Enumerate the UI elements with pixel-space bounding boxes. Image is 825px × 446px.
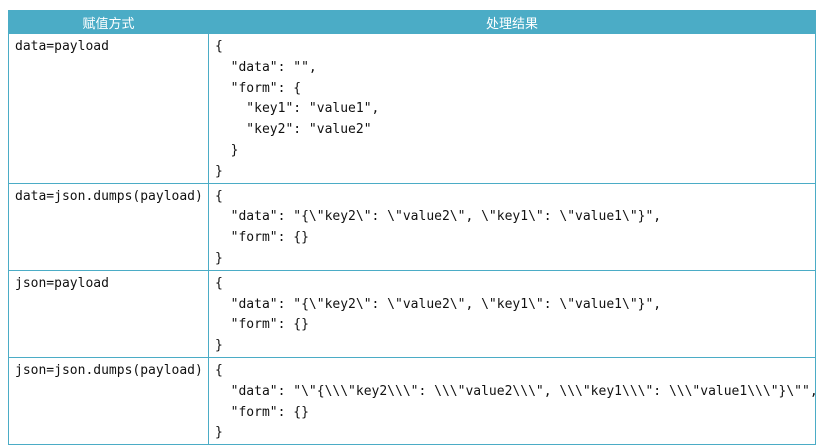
method-cell: json=payload: [8, 269, 209, 358]
method-cell: data=payload: [8, 33, 209, 184]
header-row: 赋值方式 处理结果: [8, 10, 816, 34]
result-cell: { "data": "{\"key2\": \"value2\", \"key1…: [208, 182, 816, 271]
table-row: json=json.dumps(payload) { "data": "\"{\…: [8, 356, 816, 446]
comparison-table: 赋值方式 处理结果 data=payload { "data": "", "fo…: [8, 10, 816, 446]
result-cell: { "data": "\"{\\\"key2\\\": \\\"value2\\…: [208, 356, 816, 446]
method-cell: data=json.dumps(payload): [8, 182, 209, 271]
result-cell: { "data": "", "form": { "key1": "value1"…: [208, 33, 816, 184]
result-cell: { "data": "{\"key2\": \"value2\", \"key1…: [208, 269, 816, 358]
result-code: { "data": "{\"key2\": \"value2\", \"key1…: [215, 188, 662, 266]
result-code: { "data": "\"{\\\"key2\\\": \\\"value2\\…: [215, 362, 816, 441]
table-body: data=payload { "data": "", "form": { "ke…: [8, 33, 816, 446]
header-result: 处理结果: [208, 10, 816, 34]
table-row: data=payload { "data": "", "form": { "ke…: [8, 33, 816, 184]
table-row: json=payload { "data": "{\"key2\": \"val…: [8, 269, 816, 358]
result-code: { "data": "", "form": { "key1": "value1"…: [215, 39, 380, 179]
table-row: data=json.dumps(payload) { "data": "{\"k…: [8, 182, 816, 271]
result-code: { "data": "{\"key2\": \"value2\", \"key1…: [215, 275, 662, 354]
table-header: 赋值方式 处理结果: [8, 10, 816, 34]
method-cell: json=json.dumps(payload): [8, 356, 209, 446]
header-method: 赋值方式: [8, 10, 209, 34]
